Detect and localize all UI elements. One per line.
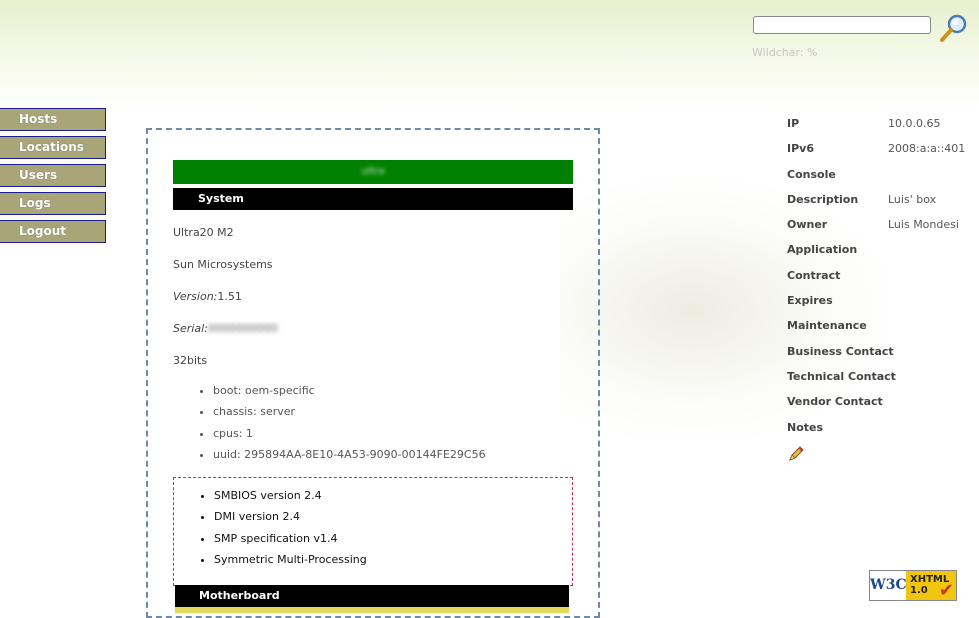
search-button[interactable] — [938, 12, 970, 44]
list-item: SMP specification v1.4 — [214, 532, 572, 553]
edit-host-button[interactable] — [787, 445, 805, 463]
serial-label: Serial: — [173, 322, 208, 335]
info-row-ip: IP 10.0.0.65 — [787, 117, 977, 142]
info-row-owner: Owner Luis Mondesi — [787, 218, 977, 243]
info-value: 10.0.0.65 — [888, 117, 941, 130]
system-vendor: Sun Microsystems — [173, 258, 273, 271]
system-features-list: boot: oem-specific chassis: server cpus:… — [173, 384, 486, 469]
info-row-vendor-contact: Vendor Contact — [787, 395, 977, 420]
info-row-description: Description Luis' box — [787, 193, 977, 218]
list-item: uuid: 295894AA-8E10-4A53-9090-00144FE29C… — [213, 448, 486, 469]
bios-info-box: SMBIOS version 2.4 DMI version 2.4 SMP s… — [173, 477, 573, 586]
search-input[interactable] — [753, 16, 931, 34]
pencil-icon — [789, 446, 804, 461]
w3c-logo: W3C — [870, 571, 907, 600]
system-serial: Serial:0000000000 — [173, 322, 278, 335]
version-value: 1.51 — [217, 290, 242, 303]
info-label: Console — [787, 167, 836, 181]
info-value: Luis Mondesi — [888, 218, 959, 232]
search-hint: Wildchar: % — [752, 46, 818, 59]
info-label: Expires — [787, 294, 833, 308]
info-label: Notes — [787, 420, 824, 434]
host-info-table: IP 10.0.0.65 IPv6 2008:a:a::401 Console De… — [787, 117, 977, 446]
left-nav: Hosts Locations Users Logs Logout — [0, 108, 106, 248]
nav-users-button[interactable]: Users — [0, 164, 106, 187]
host-name-bar: ultra — [173, 160, 573, 184]
info-label: Description — [787, 192, 859, 206]
serial-value: 0000000000 — [207, 322, 278, 335]
nav-locations-button[interactable]: Locations — [0, 136, 106, 159]
list-item: boot: oem-specific — [213, 384, 486, 405]
system-section-header: System — [173, 188, 573, 210]
info-row-technical-contact: Technical Contact — [787, 370, 977, 395]
bios-list: SMBIOS version 2.4 DMI version 2.4 SMP s… — [174, 478, 572, 575]
system-version: Version:1.51 — [173, 290, 242, 303]
xhtml-label: XHTML 1.0 ✔ — [906, 571, 956, 600]
info-row-business-contact: Business Contact — [787, 345, 977, 370]
checkmark-icon: ✔ — [938, 580, 954, 601]
list-item: Symmetric Multi-Processing — [214, 553, 572, 574]
info-value: Luis' box — [888, 192, 937, 206]
info-label: Vendor Contact — [787, 395, 883, 409]
info-row-expires: Expires — [787, 294, 977, 319]
list-item: chassis: server — [213, 405, 486, 426]
info-row-notes: Notes — [787, 421, 977, 446]
info-label: Business Contact — [787, 344, 894, 358]
info-row-ipv6: IPv6 2008:a:a::401 — [787, 142, 977, 167]
info-row-contract: Contract — [787, 269, 977, 294]
info-label: Contract — [787, 268, 841, 282]
info-row-application: Application — [787, 243, 977, 268]
list-item: cpus: 1 — [213, 427, 486, 448]
nav-logout-button[interactable]: Logout — [0, 220, 106, 243]
info-label: Technical Contact — [787, 369, 896, 383]
list-item: DMI version 2.4 — [214, 510, 572, 531]
host-details-panel: ultra System Ultra20 M2 Sun Microsystems… — [146, 128, 600, 618]
info-row-console: Console — [787, 168, 977, 193]
list-item: SMBIOS version 2.4 — [214, 489, 572, 510]
info-label: IPv6 — [787, 142, 814, 156]
info-label: IP — [787, 117, 800, 130]
magnifier-icon — [940, 14, 967, 42]
nav-hosts-button[interactable]: Hosts — [0, 108, 106, 131]
system-model: Ultra20 M2 — [173, 226, 234, 239]
info-value: 2008:a:a::401 — [888, 142, 966, 156]
nav-logs-button[interactable]: Logs — [0, 192, 106, 215]
system-bits: 32bits — [173, 354, 208, 367]
info-label: Maintenance — [787, 319, 867, 333]
info-label: Owner — [787, 218, 828, 232]
w3c-xhtml-badge[interactable]: W3C XHTML 1.0 ✔ — [869, 570, 957, 601]
motherboard-section-header: Motherboard — [175, 585, 569, 607]
host-name: ultra — [361, 166, 385, 177]
version-label: Version: — [173, 290, 218, 303]
info-row-maintenance: Maintenance — [787, 319, 977, 344]
info-label: Application — [787, 243, 858, 257]
motherboard-section-strip — [175, 607, 569, 613]
